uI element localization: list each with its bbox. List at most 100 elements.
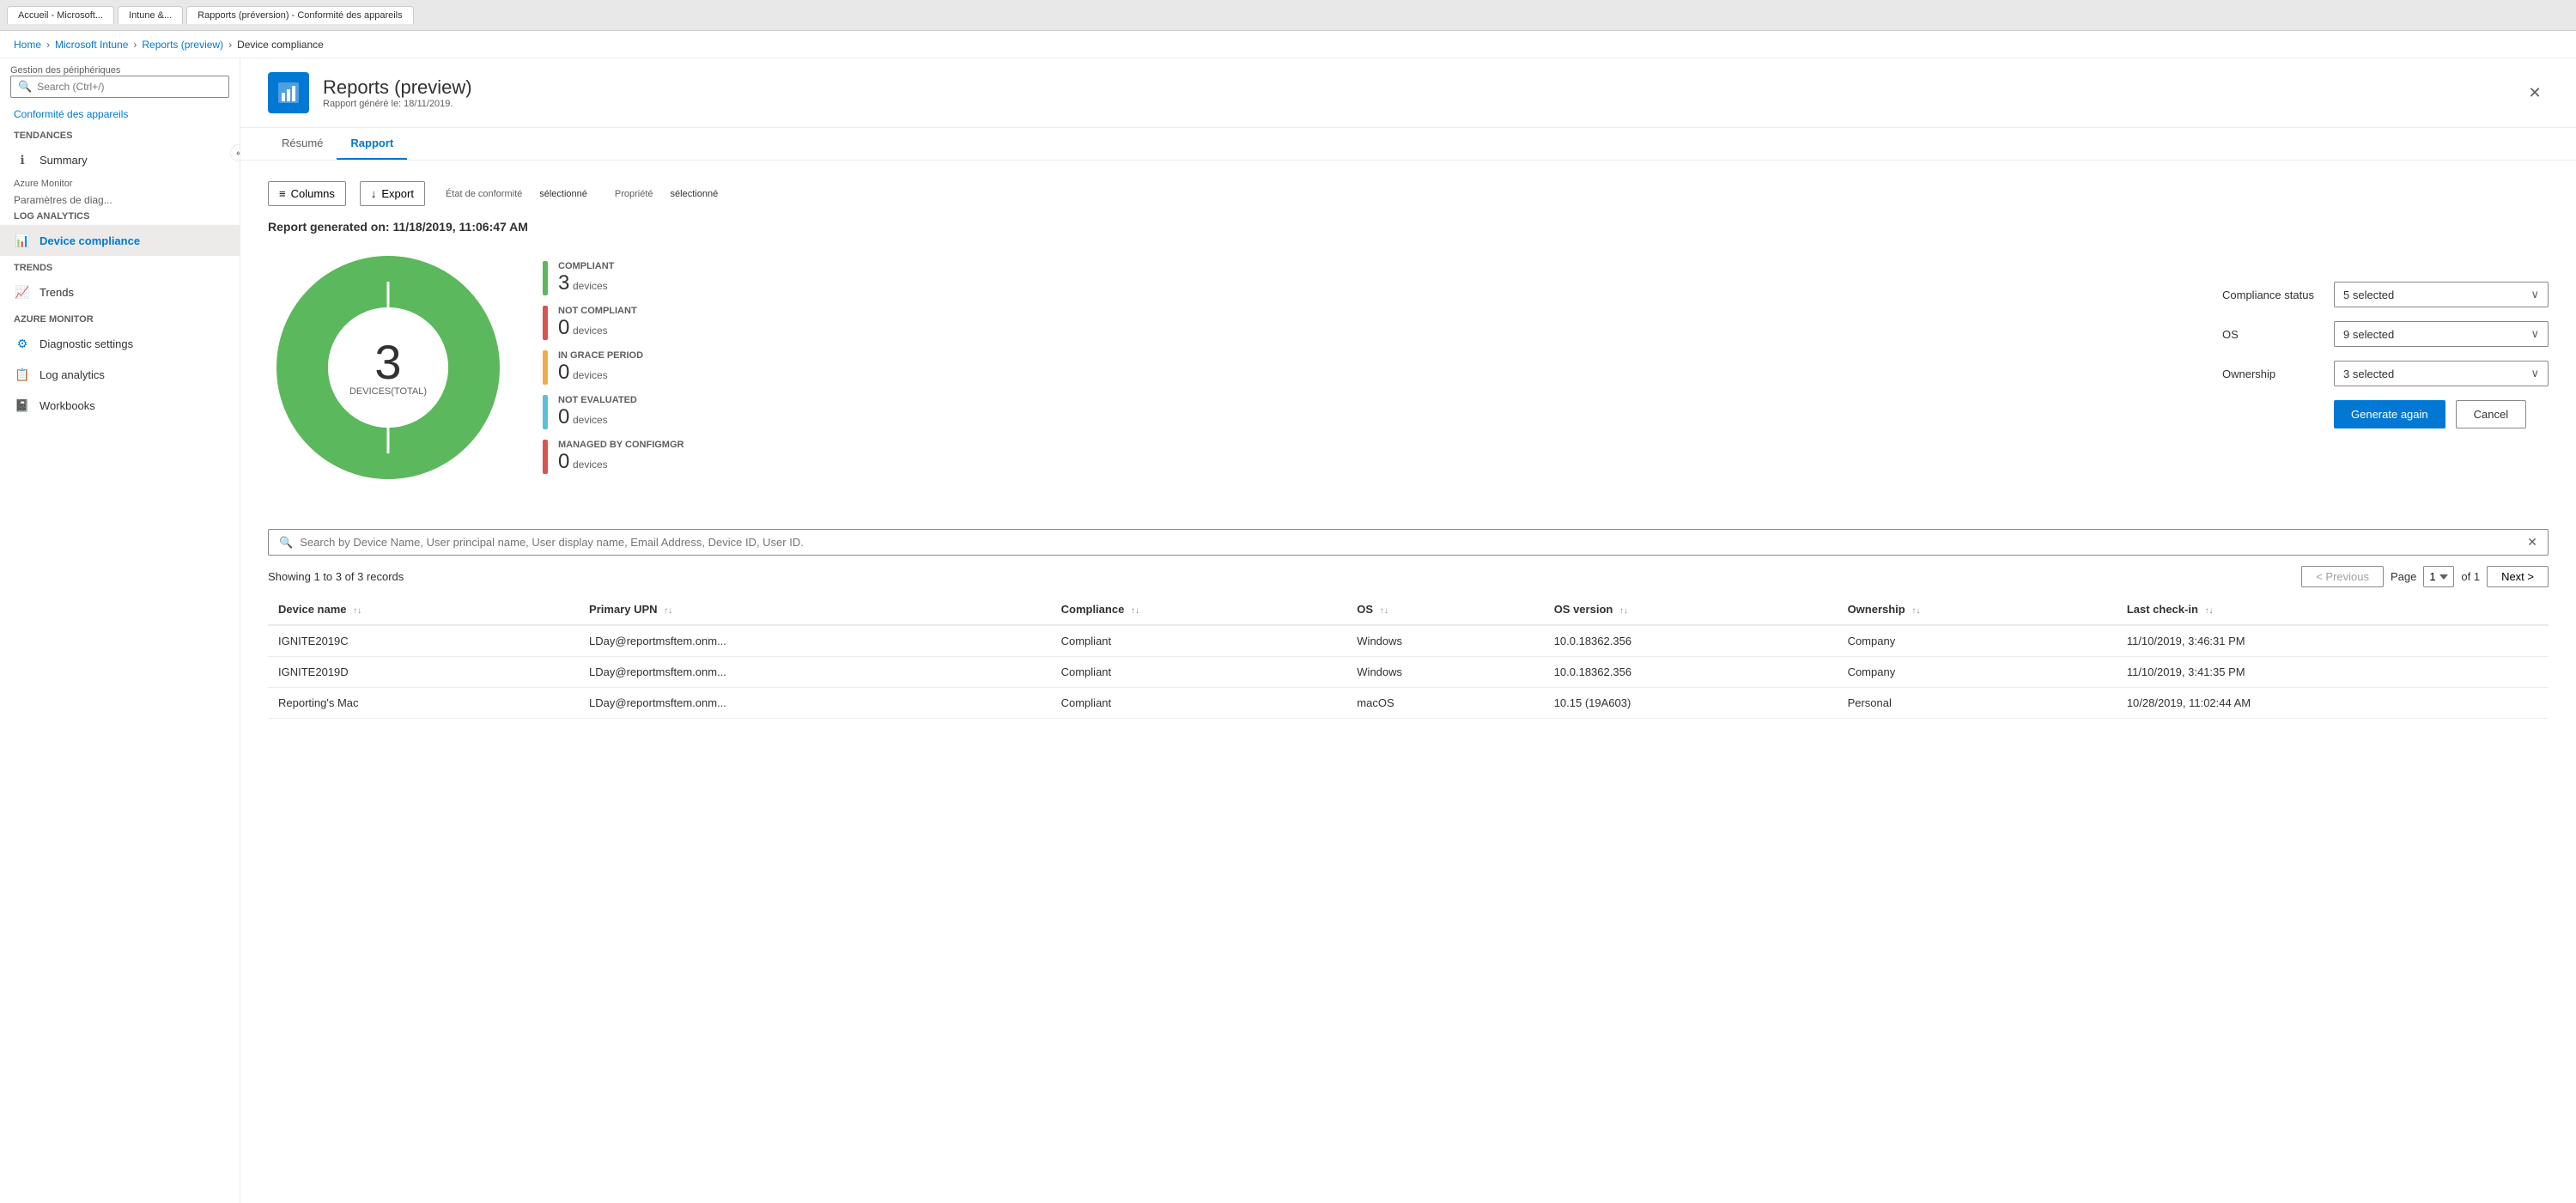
previous-button[interactable]: < Previous — [2301, 566, 2384, 587]
browser-tab-1[interactable]: Accueil - Microsoft... — [7, 6, 114, 24]
close-button[interactable]: ✕ — [2521, 79, 2549, 106]
action-buttons: Generate again Cancel — [2222, 400, 2549, 428]
sidebar-item-workbooks[interactable]: 📓 Workbooks — [0, 390, 240, 421]
tab-rapport[interactable]: Rapport — [337, 128, 407, 160]
col-os-label: OS — [1357, 603, 1373, 616]
col-primary-upn[interactable]: Primary UPN ↑↓ — [579, 594, 1051, 625]
col-os-version-label: OS version — [1554, 603, 1613, 616]
sort-icon-os-version: ↑↓ — [1619, 606, 1628, 616]
col-last-checkin[interactable]: Last check-in ↑↓ — [2117, 594, 2549, 625]
legend-status-not-compliant: NOT COMPLIANT — [558, 306, 637, 316]
main-content: Reports (preview) Rapport généré le: 18/… — [240, 58, 2576, 1203]
legend-not-evaluated: NOT EVALUATED 0 devices — [543, 395, 683, 429]
legend-status-compliant: COMPLIANT — [558, 261, 614, 271]
table-cell-1-5: Company — [1838, 657, 2117, 688]
log-analytics-icon: 📋 — [14, 366, 31, 383]
legend-bar-grace — [543, 350, 548, 385]
table-cell-0-3: Windows — [1346, 625, 1543, 657]
reports-icon — [276, 81, 301, 105]
report-filters: Compliance status 5 selected ∨ OS 9 sele… — [2222, 247, 2549, 508]
report-toolbar: ≡ Columns ↓ Export État de conformité sé… — [268, 181, 2549, 206]
columns-button[interactable]: ≡ Columns — [268, 181, 346, 206]
sort-icon-upn: ↑↓ — [664, 606, 672, 616]
sidebar-device-compliance-label: Device compliance — [39, 234, 140, 247]
table-cell-1-6: 11/10/2019, 3:41:35 PM — [2117, 657, 2549, 688]
col-os[interactable]: OS ↑↓ — [1346, 594, 1543, 625]
donut-container: 3 DEVICES(TOTAL) COMPLIANT 3 — [268, 247, 2195, 488]
donut-number: 3 — [349, 338, 427, 386]
report-generated: Report generated on: 11/18/2019, 11:06:4… — [268, 220, 2549, 234]
table-cell-0-0: IGNITE2019C — [268, 625, 579, 657]
sort-icon-device: ↑↓ — [353, 606, 361, 616]
report-chart-area: 3 DEVICES(TOTAL) COMPLIANT 3 — [268, 247, 2195, 508]
chevron-down-icon-os: ∨ — [2530, 327, 2539, 341]
legend-status-not-evaluated: NOT EVALUATED — [558, 395, 637, 405]
table-cell-0-4: 10.0.18362.356 — [1544, 625, 1838, 657]
of-label: of 1 — [2461, 570, 2480, 583]
sort-icon-compliance: ↑↓ — [1131, 606, 1139, 616]
table-cell-0-5: Company — [1838, 625, 2117, 657]
breadcrumb-home[interactable]: Home — [14, 39, 41, 51]
sidebar-item-diagnostic[interactable]: ⚙ Diagnostic settings — [0, 328, 240, 359]
col-ownership[interactable]: Ownership ↑↓ — [1838, 594, 2117, 625]
ownership-dropdown[interactable]: 3 selected ∨ — [2334, 361, 2549, 386]
next-button[interactable]: Next > — [2487, 566, 2549, 587]
filter-ownership: Ownership 3 selected ∨ — [2222, 361, 2549, 386]
sidebar-item-summary[interactable]: ℹ Summary — [0, 144, 240, 175]
col-compliance[interactable]: Compliance ↑↓ — [1051, 594, 1347, 625]
col-device-name[interactable]: Device name ↑↓ — [268, 594, 579, 625]
sidebar-item-trends[interactable]: 📈 Trends — [0, 276, 240, 307]
sidebar-search-box[interactable]: 🔍 — [10, 76, 229, 98]
tab-resume[interactable]: Résumé — [268, 128, 337, 160]
workbooks-icon: 📓 — [14, 397, 31, 414]
legend-status-grace: IN GRACE PERIOD — [558, 350, 643, 361]
generate-again-button[interactable]: Generate again — [2334, 400, 2445, 428]
table-search[interactable]: 🔍 ✕ — [268, 529, 2549, 556]
table-row: Reporting's MacLDay@reportmsftem.onm...C… — [268, 688, 2549, 719]
table-cell-2-1: LDay@reportmsftem.onm... — [579, 688, 1051, 719]
export-button[interactable]: ↓ Export — [360, 181, 425, 206]
tab-bar: Résumé Rapport — [240, 128, 2576, 161]
search-icon: 🔍 — [18, 80, 32, 94]
legend-not-compliant: NOT COMPLIANT 0 devices — [543, 306, 683, 340]
table-cell-0-6: 11/10/2019, 3:46:31 PM — [2117, 625, 2549, 657]
trends-icon: 📈 — [14, 283, 31, 301]
search-input[interactable] — [37, 81, 222, 93]
breadcrumb-intune[interactable]: Microsoft Intune — [55, 39, 128, 51]
table-cell-0-1: LDay@reportmsftem.onm... — [579, 625, 1051, 657]
donut-chart: 3 DEVICES(TOTAL) — [268, 247, 508, 488]
os-dropdown[interactable]: 9 selected ∨ — [2334, 321, 2549, 347]
table-section: 🔍 ✕ Showing 1 to 3 of 3 records < Previo… — [268, 529, 2549, 719]
table-search-clear[interactable]: ✕ — [2527, 535, 2537, 550]
sidebar-item-device-compliance[interactable]: 📊 Device compliance — [0, 225, 240, 256]
cancel-button[interactable]: Cancel — [2456, 400, 2526, 428]
sidebar-item-log-analytics[interactable]: 📋 Log analytics — [0, 359, 240, 390]
table-cell-1-2: Compliant — [1051, 657, 1347, 688]
legend-compliant: COMPLIANT 3 devices — [543, 261, 683, 295]
filter-ownership-label: Ownership — [2222, 368, 2334, 380]
legend-unit-compliant: devices — [573, 280, 608, 292]
sidebar-diag-label: Paramètres de diag... — [0, 192, 240, 208]
table-cell-1-4: 10.0.18362.356 — [1544, 657, 1838, 688]
breadcrumb-reports[interactable]: Reports (preview) — [142, 39, 223, 51]
table-meta: Showing 1 to 3 of 3 records < Previous P… — [268, 566, 2549, 587]
table-search-input[interactable] — [300, 536, 2520, 549]
diagnostic-icon: ⚙ — [14, 335, 31, 352]
table-cell-2-6: 10/28/2019, 11:02:44 AM — [2117, 688, 2549, 719]
property-overlay-value: sélectionné — [671, 189, 719, 199]
browser-tab-3[interactable]: Rapports (préversion) - Conformité des a… — [186, 6, 413, 24]
browser-tab-2[interactable]: Intune &... — [118, 6, 183, 24]
page-select[interactable]: 1 — [2423, 566, 2454, 587]
col-os-version[interactable]: OS version ↑↓ — [1544, 594, 1838, 625]
legend-count-configmgr: 0 — [558, 450, 569, 473]
donut-center: 3 DEVICES(TOTAL) — [349, 338, 427, 397]
sidebar-trends-section2: Trends — [0, 256, 240, 276]
compliance-status-value: 5 selected — [2343, 289, 2394, 301]
sort-icon-checkin: ↑↓ — [2205, 606, 2214, 616]
sidebar-compliance-link[interactable]: Conformité des appareils — [0, 105, 240, 124]
legend-grace-period: IN GRACE PERIOD 0 devices — [543, 350, 683, 385]
breadcrumb: Home › Microsoft Intune › Reports (previ… — [0, 31, 2576, 58]
sidebar: Gestion des périphériques 🔍 Conformité d… — [0, 58, 240, 1203]
compliance-status-dropdown[interactable]: 5 selected ∨ — [2334, 282, 2549, 307]
legend-bar-compliant — [543, 261, 548, 295]
